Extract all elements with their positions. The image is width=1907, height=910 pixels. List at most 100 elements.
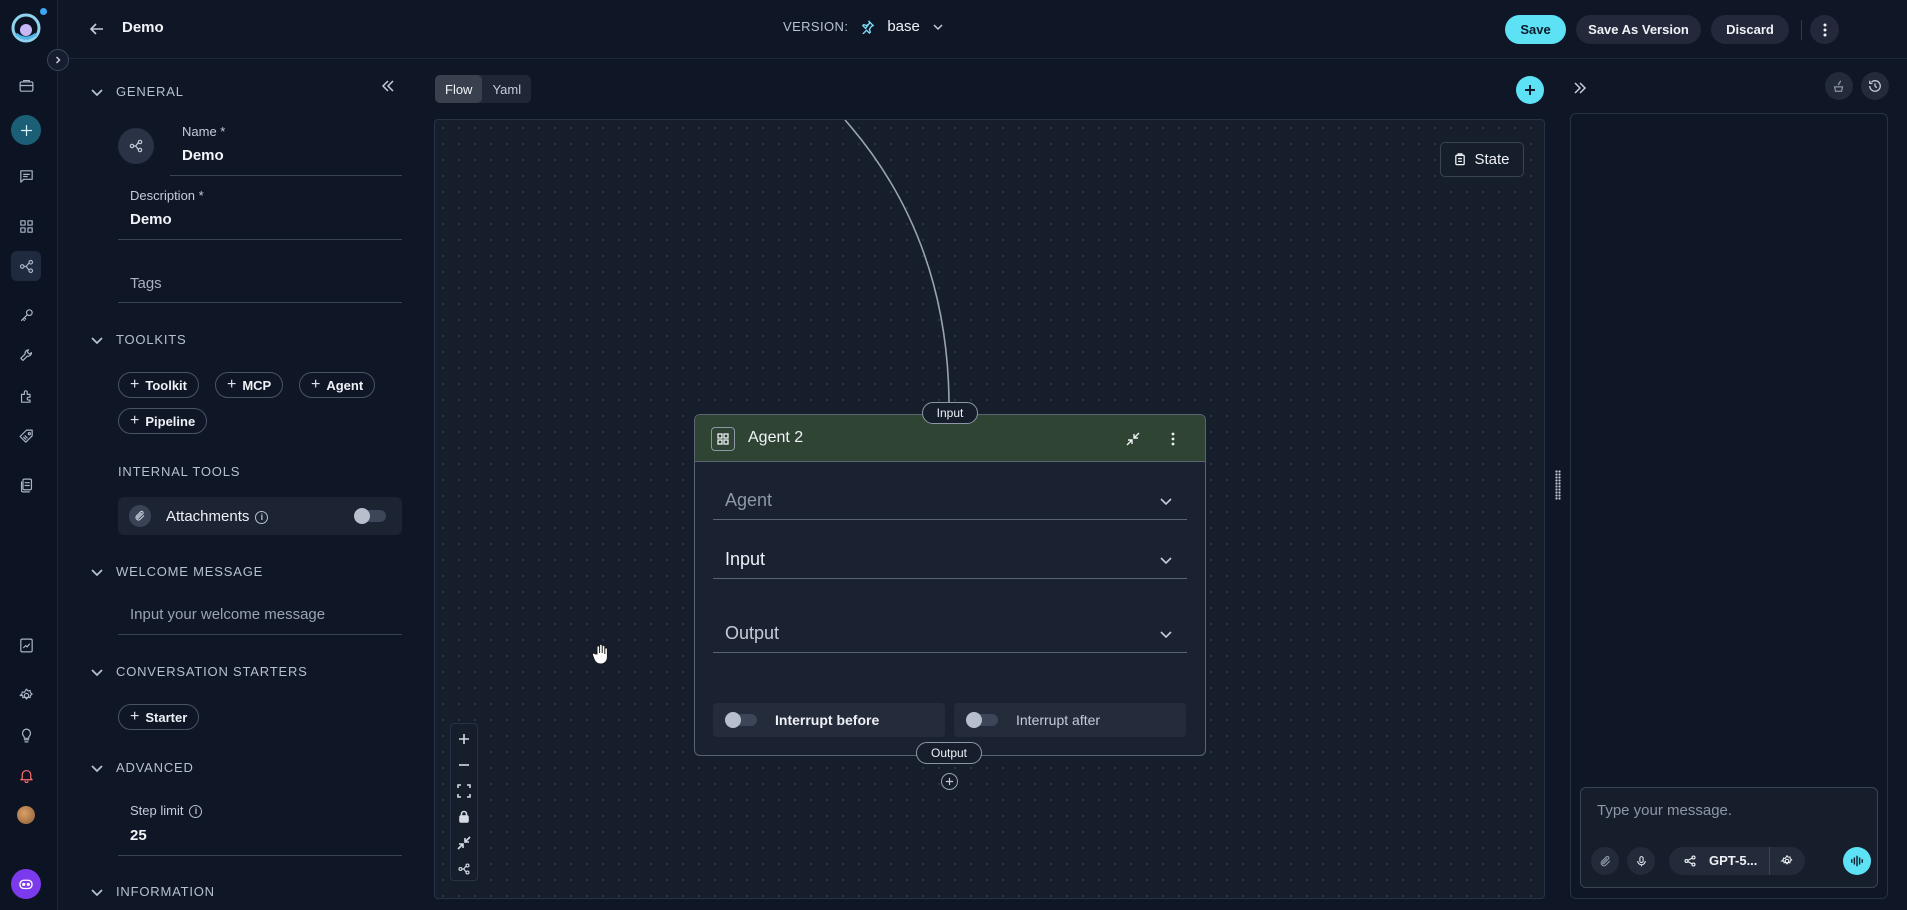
add-toolkit-button[interactable]: + Toolkit [118,372,199,398]
zoom-out-icon[interactable] [451,752,477,778]
agent-avatar[interactable] [118,128,154,164]
collapse-node-icon[interactable] [1121,427,1145,451]
step-limit-text: Step limit [130,803,184,818]
zoom-in-icon[interactable] [451,726,477,752]
chat-input-box: Type your message. GPT-5... [1580,787,1878,888]
more-options-icon[interactable] [1810,15,1839,44]
add-agent-button[interactable]: + Agent [299,372,376,398]
description-field[interactable]: Demo [130,211,172,228]
agent-node[interactable]: Agent 2 Agent Input Output Interrupt bef… [694,414,1206,756]
interrupt-before-toggle[interactable] [725,712,757,728]
puzzle-icon[interactable] [11,381,41,411]
bell-icon[interactable] [11,760,41,790]
attachments-toggle[interactable] [354,508,386,524]
panel-resize-handle[interactable] [1555,470,1561,500]
fit-view-icon[interactable] [451,778,477,804]
interrupt-after-label: Interrupt after [1016,712,1101,728]
discard-button[interactable]: Discard [1711,15,1789,44]
step-limit-label: Step limit i [130,803,203,818]
settings-icon[interactable] [1780,854,1794,868]
tab-yaml[interactable]: Yaml [482,75,531,103]
state-button[interactable]: State [1440,142,1524,177]
add-mcp-button[interactable]: + MCP [215,372,284,398]
clean-chat-icon[interactable] [1825,72,1853,100]
chip-label: Starter [145,709,188,725]
microphone-icon[interactable] [1627,847,1655,875]
report-icon[interactable] [11,630,41,660]
model-share-icon [1684,855,1696,867]
settings-icon[interactable] [11,680,41,710]
app-logo[interactable] [10,12,42,44]
briefcase-icon[interactable] [11,70,41,100]
section-information-title: INFORMATION [116,884,215,899]
model-selector[interactable]: GPT-5... [1669,847,1805,875]
interrupt-before-label: Interrupt before [775,712,880,728]
section-general-title: GENERAL [116,84,184,99]
paperclip-icon [129,505,151,527]
tags-input[interactable]: Tags [130,275,162,292]
name-field[interactable]: Demo [182,147,224,164]
docs-icon[interactable] [11,470,41,500]
agent-select[interactable]: Agent [713,484,1187,520]
chat-message-input[interactable]: Type your message. [1597,802,1732,819]
collapse-all-icon[interactable] [451,830,477,856]
lock-icon[interactable] [451,804,477,830]
add-next-node-icon[interactable] [941,773,958,790]
info-icon[interactable]: i [189,804,203,818]
version-value: base [887,18,920,35]
interrupt-after-toggle[interactable] [966,712,998,728]
add-pipeline-button[interactable]: + Pipeline [118,408,208,434]
section-conversation-starters[interactable]: CONVERSATION STARTERS [90,664,308,679]
avatar[interactable] [17,806,35,824]
key-icon[interactable] [11,300,41,330]
chevron-down-icon [933,23,943,30]
layout-icon[interactable] [451,856,477,882]
node-output-handle[interactable]: Output [916,742,982,764]
version-selector[interactable]: VERSION: base [783,18,944,35]
tab-flow[interactable]: Flow [435,75,483,103]
expand-sidebar-button[interactable] [47,49,69,71]
back-arrow-icon[interactable] [86,18,108,40]
notification-dot [40,8,47,15]
grid-icon [711,427,735,451]
bulb-icon[interactable] [11,720,41,750]
voice-send-button[interactable] [1843,847,1871,875]
grid-icon[interactable] [11,211,41,241]
wrench-icon[interactable] [11,340,41,370]
step-limit-field[interactable]: 25 [130,827,147,844]
section-information[interactable]: INFORMATION [90,884,215,899]
plus-icon: + [130,412,140,429]
section-advanced-title: ADVANCED [116,760,194,775]
add-node-button[interactable] [1516,76,1544,104]
section-advanced[interactable]: ADVANCED [90,760,194,775]
node-input-handle[interactable]: Input [922,402,978,424]
interrupt-after-box: Interrupt after [954,703,1186,737]
chevron-down-icon [1160,498,1172,506]
input-select[interactable]: Input [713,543,1187,579]
chip-label: Toolkit [145,377,187,393]
node-menu-icon[interactable] [1161,427,1185,451]
add-starter-button[interactable]: + Starter [118,704,200,730]
save-button[interactable]: Save [1505,15,1566,44]
collapse-panel-icon[interactable] [380,78,400,98]
attach-file-icon[interactable] [1591,847,1619,875]
name-label: Name * [182,124,226,139]
welcome-message-input[interactable]: Input your welcome message [130,606,325,623]
section-general[interactable]: GENERAL [90,84,184,99]
info-icon[interactable]: i [255,510,269,524]
pipeline-icon[interactable] [11,251,41,281]
description-underline [118,239,402,240]
output-select[interactable]: Output [713,617,1187,653]
save-as-version-button[interactable]: Save As Version [1576,15,1701,44]
history-icon[interactable] [1861,72,1889,100]
tags-underline [118,302,402,303]
chat-icon[interactable] [11,161,41,191]
attachments-text: Attachments [166,508,250,525]
chip-label: Agent [326,377,364,393]
bot-icon[interactable] [11,869,41,899]
plus-icon[interactable] [11,115,41,145]
section-welcome-message[interactable]: WELCOME MESSAGE [90,564,263,579]
expand-chat-icon[interactable] [1572,80,1588,101]
tag-icon[interactable] [11,421,41,451]
section-toolkits[interactable]: TOOLKITS [90,332,186,347]
